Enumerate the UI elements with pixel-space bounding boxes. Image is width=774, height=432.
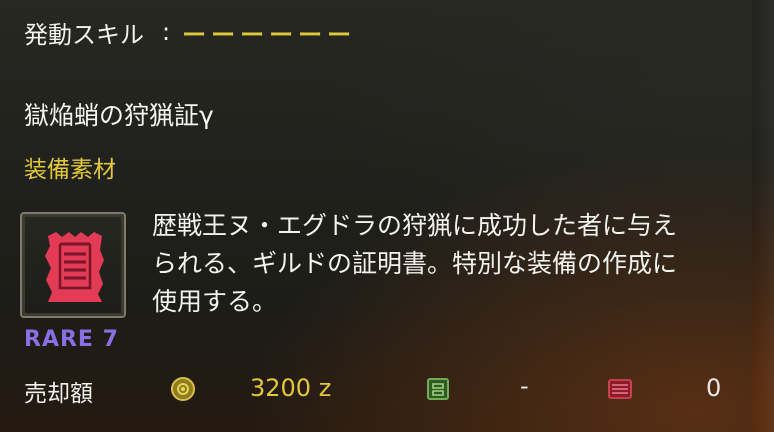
item-icon-frame (20, 212, 126, 318)
item-rarity: RARE 7 (24, 327, 119, 352)
active-skill-separator: : (162, 18, 171, 46)
guild-points-icon (427, 378, 449, 400)
active-skill-value: ーーーーーー (182, 20, 357, 49)
red-ticket-icon (608, 379, 632, 399)
active-skill-label: 発動スキル (24, 20, 144, 49)
item-name: 獄焔蛸の狩猟証γ (24, 101, 214, 130)
sell-price-label: 売却額 (24, 381, 93, 407)
red-certificate-scroll-icon (45, 232, 104, 302)
item-detail-panel: 発動スキル : ーーーーーー 獄焔蛸の狩猟証γ 装備素材 RARE 7 歴戦王ヌ… (0, 0, 752, 432)
active-skill-row: 発動スキル : ーーーーーー (24, 14, 356, 50)
sell-price-tickets: 0 (706, 374, 722, 402)
panel-edge (752, 0, 774, 432)
item-category: 装備素材 (24, 157, 116, 183)
sell-price-zenny: 3200 z (250, 374, 332, 402)
sell-price-row: 売却額 3200 z - 0 (0, 370, 752, 410)
zenny-coin-icon (171, 377, 195, 401)
item-description: 歴戦王ヌ・エグドラの狩猟に成功した者に与えられる、ギルドの証明書。特別な装備の作… (152, 211, 678, 316)
sell-price-points: - (520, 372, 529, 400)
